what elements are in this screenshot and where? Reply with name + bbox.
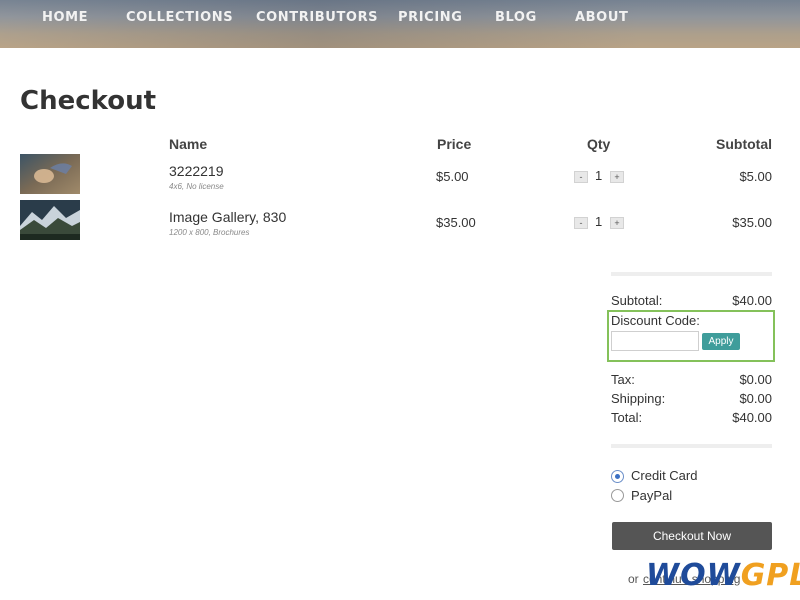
discount-label: Discount Code: bbox=[611, 313, 700, 328]
qty-increase-button[interactable]: + bbox=[610, 171, 624, 183]
checkout-now-button[interactable]: Checkout Now bbox=[612, 522, 772, 550]
row-subtotal: $5.00 bbox=[739, 169, 772, 184]
tax-label: Tax: bbox=[611, 372, 635, 387]
product-meta: 1200 x 800, Brochures bbox=[169, 228, 250, 237]
header-price: Price bbox=[437, 136, 472, 152]
row-subtotal: $35.00 bbox=[732, 215, 772, 230]
nav-contributors[interactable]: CONTRIBUTORS bbox=[256, 10, 378, 25]
table-row: Image Gallery, 830 1200 x 800, Brochures… bbox=[0, 198, 800, 244]
nav-pricing[interactable]: PRICING bbox=[398, 10, 463, 25]
nav-blog[interactable]: BLOG bbox=[495, 10, 537, 25]
subtotal-label: Subtotal: bbox=[611, 293, 663, 308]
qty-value: 1 bbox=[595, 168, 603, 183]
header-name: Name bbox=[169, 136, 208, 152]
apply-button[interactable]: Apply bbox=[702, 333, 740, 350]
product-meta: 4x6, No license bbox=[169, 182, 224, 191]
nav-collections[interactable]: COLLECTIONS bbox=[126, 10, 233, 25]
total-value: $40.00 bbox=[732, 410, 772, 425]
qty-decrease-button[interactable]: - bbox=[574, 171, 588, 183]
shipping-value: $0.00 bbox=[739, 391, 772, 406]
product-price: $35.00 bbox=[436, 215, 476, 230]
table-row: 3222219 4x6, No license $5.00 - 1 + $5.0… bbox=[0, 152, 800, 198]
product-thumbnail[interactable] bbox=[20, 200, 80, 240]
credit-card-label[interactable]: Credit Card bbox=[631, 468, 697, 483]
qty-value: 1 bbox=[595, 214, 603, 229]
payment-divider bbox=[611, 444, 772, 448]
product-name: Image Gallery, 830 bbox=[169, 209, 287, 225]
watermark-logo: WOWGPL bbox=[646, 558, 800, 596]
shipping-label: Shipping: bbox=[611, 391, 666, 406]
or-text: or bbox=[628, 572, 639, 586]
credit-card-radio[interactable] bbox=[611, 470, 624, 483]
summary-divider bbox=[611, 272, 772, 276]
qty-decrease-button[interactable]: - bbox=[574, 217, 588, 229]
top-nav: HOME COLLECTIONS CONTRIBUTORS PRICING BL… bbox=[0, 0, 800, 48]
nav-about[interactable]: ABOUT bbox=[575, 10, 628, 25]
paypal-label[interactable]: PayPal bbox=[631, 488, 672, 503]
tax-value: $0.00 bbox=[739, 372, 772, 387]
header-qty: Qty bbox=[587, 136, 611, 152]
paypal-radio[interactable] bbox=[611, 489, 624, 502]
watermark-part2: GPL bbox=[740, 558, 800, 593]
nav-home[interactable]: HOME bbox=[42, 10, 88, 25]
product-price: $5.00 bbox=[436, 169, 469, 184]
discount-code-input[interactable] bbox=[611, 331, 699, 351]
total-label: Total: bbox=[611, 410, 643, 425]
qty-increase-button[interactable]: + bbox=[610, 217, 624, 229]
header-subtotal: Subtotal bbox=[716, 136, 772, 152]
subtotal-value: $40.00 bbox=[732, 293, 772, 308]
page-title: Checkout bbox=[20, 86, 157, 116]
product-name: 3222219 bbox=[169, 163, 224, 179]
product-thumbnail[interactable] bbox=[20, 154, 80, 194]
watermark-part1: WOW bbox=[646, 558, 741, 593]
